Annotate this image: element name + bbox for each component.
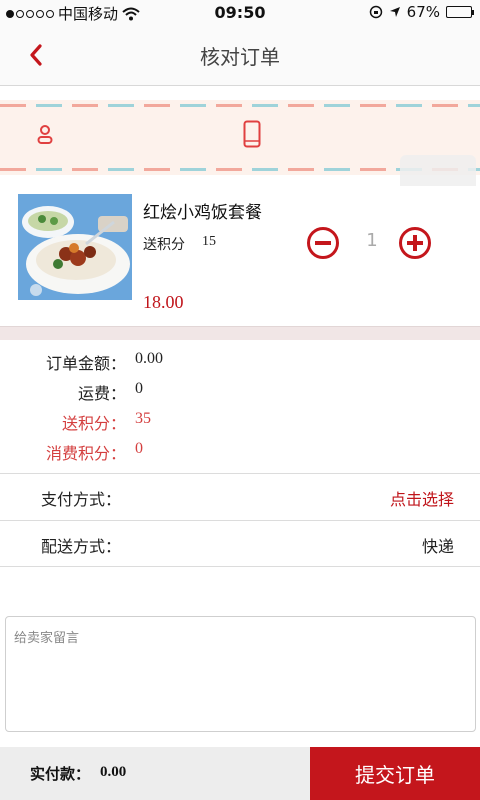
amount-paid-label: 实付款：: [30, 765, 91, 783]
section-divider: [0, 326, 480, 340]
shipping-row: 运费： 0: [0, 380, 480, 410]
product-image: [18, 194, 132, 300]
payment-method-select[interactable]: 点击选择: [390, 486, 454, 510]
bonus-points-value: 35: [135, 410, 151, 427]
spend-points-value: 0: [135, 440, 143, 457]
spend-points-label: 消费积分：: [45, 444, 126, 463]
rotation-lock-icon: [369, 5, 382, 19]
seller-message-input[interactable]: [5, 616, 476, 732]
location-arrow-icon: [389, 7, 400, 17]
product-item: 红烩小鸡饭套餐 送积分 15 18.00 1: [0, 186, 480, 326]
amount-paid-value: 0.00: [100, 764, 127, 780]
quantity-value: 1: [366, 230, 378, 251]
shipping-label: 运费：: [77, 384, 126, 403]
navigation-bar: 核对订单: [0, 24, 480, 86]
delivery-method-label: 配送方式：: [41, 537, 122, 556]
status-bar: 中国移动 09:50 67%: [0, 0, 480, 24]
product-name: 红烩小鸡饭套餐: [143, 203, 262, 223]
payment-method-label: 支付方式：: [41, 490, 122, 509]
battery-icon: [446, 6, 474, 18]
delivery-method-value[interactable]: 快递: [422, 533, 454, 557]
checkout-bar: 实付款： 0.00 提交订单: [0, 747, 480, 800]
product-points-label: 送积分: [143, 237, 185, 253]
product-points-value: 15: [202, 234, 216, 249]
status-right: 67%: [369, 3, 474, 21]
bonus-points-row: 送积分： 35: [0, 410, 480, 440]
submit-order-button[interactable]: 提交订单: [310, 747, 480, 800]
row-separator: [0, 566, 480, 567]
order-amount-label: 订单金额：: [45, 354, 126, 373]
delivery-method-row[interactable]: 配送方式： 快递: [0, 520, 480, 566]
battery-percent: 67%: [406, 3, 440, 21]
product-price: 18.00: [143, 292, 184, 312]
decrease-quantity-button[interactable]: [306, 226, 340, 260]
envelope-stripe-top: [0, 104, 480, 107]
person-icon: [37, 125, 53, 144]
bonus-points-label: 送积分：: [61, 414, 126, 433]
spend-points-row: 消费积分： 0: [0, 440, 480, 470]
payment-method-row[interactable]: 支付方式： 点击选择: [0, 473, 480, 519]
order-amount-row: 订单金额： 0.00: [0, 350, 480, 380]
page-title: 核对订单: [200, 45, 280, 69]
increase-quantity-button[interactable]: [398, 226, 432, 260]
phone-icon: [243, 120, 261, 148]
shipping-value: 0: [135, 380, 143, 397]
order-summary: 订单金额： 0.00 运费： 0 送积分： 35 消费积分： 0: [0, 340, 480, 474]
order-amount-value: 0.00: [135, 350, 163, 367]
